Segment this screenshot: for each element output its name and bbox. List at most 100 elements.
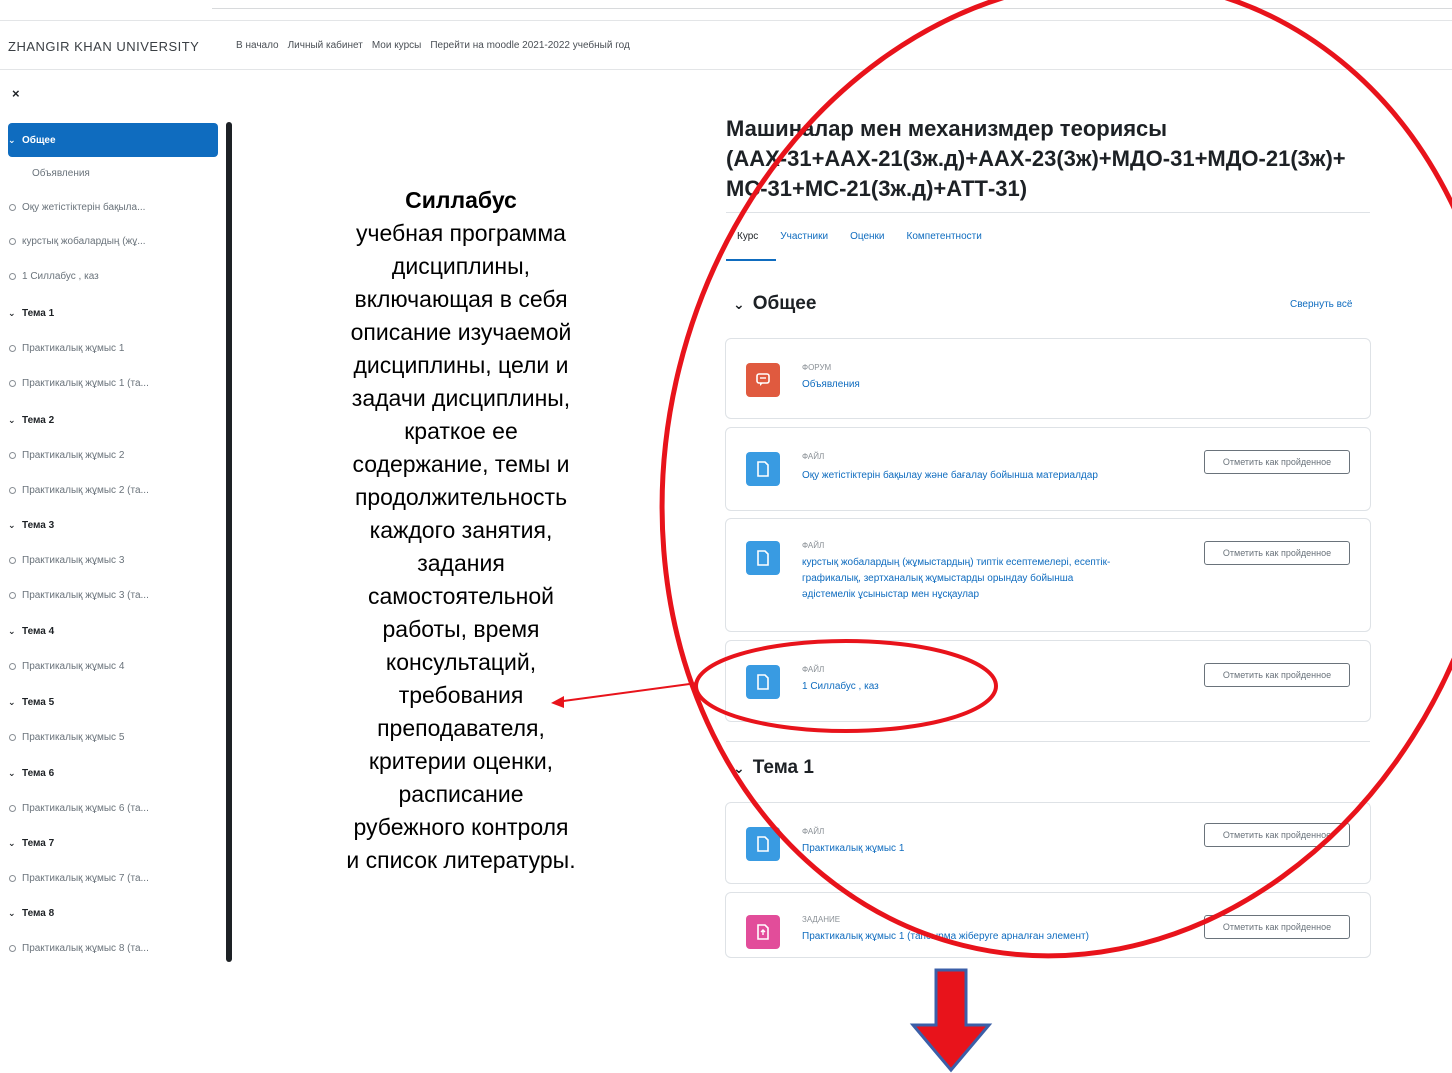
drawer-item-label: Общее	[22, 134, 56, 146]
nav-my-courses-link[interactable]: Мои курсы	[372, 40, 422, 51]
completion-circle-icon	[9, 804, 16, 812]
completion-circle-icon	[9, 344, 16, 352]
drawer-section-item[interactable]: ⌄ Тема 6	[8, 758, 218, 788]
completion-circle-icon	[9, 451, 16, 459]
annotation-line: критерии оценки,	[368, 748, 554, 774]
section-topic1-heading[interactable]: ⌄ Тема 1	[733, 757, 814, 779]
activity-type-label: ФАЙЛ	[802, 452, 825, 461]
activity-link[interactable]: Оқу жетістіктерін бақылау және бағалау б…	[802, 468, 1098, 484]
file-icon	[746, 452, 780, 486]
drawer-activity-item[interactable]: 1 Силлабус , каз	[8, 261, 218, 291]
top-navbar: ZHANGIR KHAN UNIVERSITY В начало Личный …	[0, 20, 1452, 70]
completion-circle-icon	[9, 662, 16, 670]
section-general-heading[interactable]: ⌄ Общее	[733, 293, 816, 315]
annotation-line: работы, время	[382, 616, 540, 642]
drawer-item-label: Тема 8	[22, 907, 55, 919]
chevron-down-icon: ⌄	[8, 519, 16, 530]
activity-card: ФАЙЛ 1 Силлабус , каз Отметить как пройден…	[725, 640, 1371, 722]
drawer-activity-item[interactable]: Практикалық жұмыс 5	[8, 722, 218, 752]
active-tab-indicator	[726, 259, 776, 261]
activity-link-line: Оқу жетістіктерін бақылау және бағалау б…	[802, 470, 1098, 481]
drawer-activity-item[interactable]: Практикалық жұмыс 3	[8, 545, 218, 575]
annotation-line: преподавателя,	[377, 715, 545, 741]
drawer-activity-item[interactable]: Практикалық жұмыс 1 (та...	[8, 368, 218, 398]
drawer-item-label: Практикалық жұмыс 3	[22, 554, 125, 566]
drawer-activity-item[interactable]: Практикалық жұмыс 3 (та...	[8, 580, 218, 610]
drawer-section-item[interactable]: ⌄ Тема 5	[8, 687, 218, 717]
annotation-line: дисциплины,	[391, 253, 531, 279]
drawer-section-item[interactable]: ⌄ Тема 2	[8, 405, 218, 435]
annotation-line: требования	[398, 682, 524, 708]
mark-as-done-button[interactable]: Отметить как пройденное	[1204, 541, 1350, 565]
drawer-item-label: Практикалық жұмыс 4	[22, 660, 125, 672]
drawer-activity-item[interactable]: Практикалық жұмыс 4	[8, 651, 218, 681]
annotation-line: дисциплины, цели и	[353, 352, 569, 378]
close-drawer-icon[interactable]: ×	[12, 86, 20, 101]
activity-card: ФАЙЛ Практикалық жұмыс 1 Отметить как прой…	[725, 802, 1371, 884]
annotation-line: описание изучаемой	[350, 319, 572, 345]
chevron-down-icon: ⌄	[8, 625, 16, 636]
completion-circle-icon	[9, 556, 16, 564]
drawer-section-item[interactable]: ⌄ Тема 7	[8, 828, 218, 858]
mark-as-done-button[interactable]: Отметить как пройденное	[1204, 450, 1350, 474]
site-brand[interactable]: ZHANGIR KHAN UNIVERSITY	[8, 39, 199, 54]
activity-link[interactable]: Практикалық жұмыс 1	[802, 841, 904, 857]
drawer-activity-item[interactable]: Оқу жетістіктерін бақыла...	[8, 192, 218, 222]
drawer-section-item[interactable]: ⌄ Тема 4	[8, 616, 218, 646]
nav-home-link[interactable]: В начало	[236, 40, 279, 51]
nav-old-moodle-link[interactable]: Перейти на moodle 2021-2022 учебный год	[430, 40, 630, 51]
tab-participants[interactable]: Участники	[780, 231, 828, 242]
chevron-down-icon: ⌄	[733, 760, 745, 776]
drawer-activity-item[interactable]: Практикалық жұмыс 6 (та...	[8, 793, 218, 823]
mark-as-done-button[interactable]: Отметить как пройденное	[1204, 915, 1350, 939]
mark-as-done-button[interactable]: Отметить как пройденное	[1204, 663, 1350, 687]
mark-as-done-button[interactable]: Отметить как пройденное	[1204, 823, 1350, 847]
drawer-scrollbar[interactable]	[226, 122, 232, 962]
drawer-item-label: Тема 3	[22, 519, 55, 531]
annotation-line: каждого занятия,	[369, 517, 553, 543]
drawer-activity-item[interactable]: Практикалық жұмыс 2 (та...	[8, 475, 218, 505]
section-title: Общее	[752, 293, 817, 314]
collapse-all-link[interactable]: Свернуть всё	[1290, 299, 1352, 310]
drawer-activity-item[interactable]: Практикалық жұмыс 2	[8, 440, 218, 470]
annotation-line: содержание, темы и	[352, 451, 570, 477]
activity-link[interactable]: 1 Силлабус , каз	[802, 679, 879, 695]
drawer-section-item[interactable]: ⌄ Тема 8	[8, 898, 218, 928]
drawer-item-label: Практикалық жұмыс 1	[22, 342, 125, 354]
drawer-section-item[interactable]: ⌄ Общее	[8, 123, 218, 157]
drawer-item-label: Практикалық жұмыс 6 (та...	[22, 802, 149, 814]
annotation-line: задания	[417, 550, 505, 576]
nav-dashboard-link[interactable]: Личный кабинет	[288, 40, 363, 51]
activity-card: ФАЙЛ курстық жобалардың (жұмыстардың) тип…	[725, 518, 1371, 632]
activity-link[interactable]: курстық жобалардың (жұмыстардың) типтік …	[802, 555, 1110, 603]
drawer-activity-item[interactable]: Практикалық жұмыс 1	[8, 333, 218, 363]
drawer-item-label: Объявления	[32, 167, 90, 179]
chevron-down-icon: ⌄	[8, 767, 16, 778]
drawer-activity-item[interactable]: курстық жобалардың (жұ...	[8, 226, 218, 256]
activity-link[interactable]: Практикалық жұмыс 1 (тапсырма жіберуге а…	[802, 929, 1089, 945]
activity-link-line: Объявления	[802, 379, 860, 390]
activity-link-line: әдістемелік ұсыныстар мен нұсқаулар	[802, 589, 980, 600]
tab-competencies[interactable]: Компетентности	[907, 231, 982, 242]
tab-course[interactable]: Курс	[737, 231, 758, 242]
annotation-line: и список литературы.	[346, 847, 576, 873]
down-arrow-icon	[909, 968, 993, 1073]
completion-circle-icon	[9, 591, 16, 599]
file-icon	[746, 827, 780, 861]
drawer-activity-item[interactable]: Объявления	[8, 158, 218, 188]
drawer-activity-item[interactable]: Практикалық жұмыс 7 (та...	[8, 863, 218, 893]
drawer-section-item[interactable]: ⌄ Тема 1	[8, 298, 218, 328]
drawer-item-label: Практикалық жұмыс 3 (та...	[22, 589, 149, 601]
annotation-line: рубежного контроля	[353, 814, 569, 840]
annotation-line: краткое ее	[404, 418, 518, 444]
drawer-section-item[interactable]: ⌄ Тема 3	[8, 510, 218, 540]
drawer-item-label: курстық жобалардың (жұ...	[22, 235, 146, 247]
drawer-item-label: Тема 7	[22, 837, 55, 849]
section-divider	[726, 741, 1370, 742]
drawer-activity-item[interactable]: Практикалық жұмыс 8 (та...	[8, 933, 218, 963]
activity-link[interactable]: Объявления	[802, 377, 860, 393]
completion-circle-icon	[9, 733, 16, 741]
tab-grades[interactable]: Оценки	[850, 231, 884, 242]
course-title-line: (ААХ-31+ААХ-21(3ж.д)+ААХ-23(3ж)+МДО-31+М…	[726, 146, 1346, 171]
primary-nav: В начало Личный кабинет Мои курсы Перейт…	[236, 40, 630, 51]
